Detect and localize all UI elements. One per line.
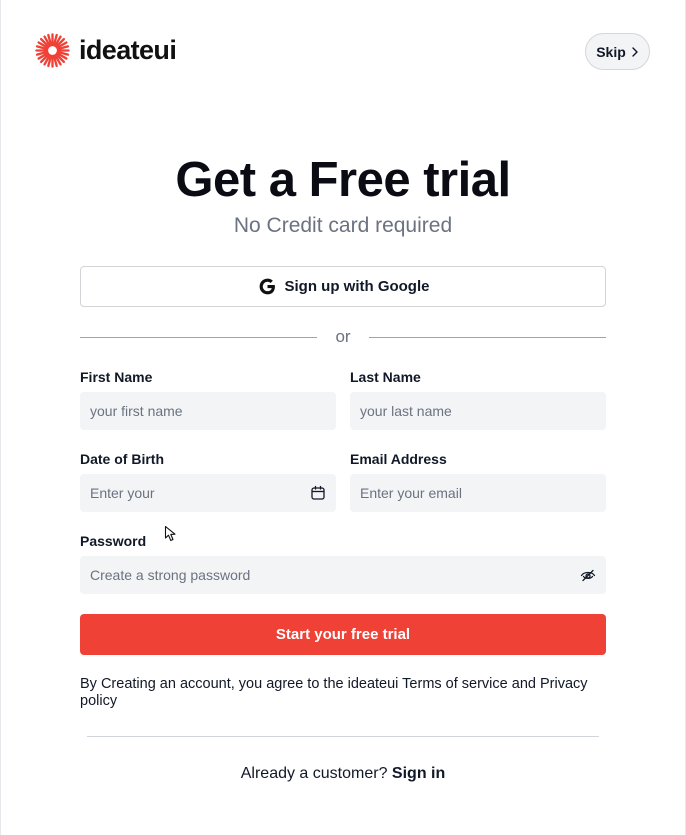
eye-off-icon[interactable] bbox=[580, 567, 596, 583]
dob-input[interactable] bbox=[90, 485, 310, 501]
signin-prompt: Already a customer? bbox=[240, 765, 388, 782]
signin-row: Already a customer? Sign in bbox=[0, 765, 686, 783]
signin-link[interactable]: Sign in bbox=[392, 765, 445, 782]
last-name-label: Last Name bbox=[350, 369, 421, 385]
skip-label: Skip bbox=[596, 43, 626, 60]
last-name-input[interactable] bbox=[360, 403, 596, 419]
first-name-input[interactable] bbox=[90, 403, 326, 419]
page-title: Get a Free trial bbox=[175, 153, 511, 207]
sunburst-logo-icon bbox=[35, 33, 70, 68]
brand-logo[interactable]: ideateui bbox=[35, 33, 177, 68]
google-signup-label: Sign up with Google bbox=[284, 278, 430, 295]
divider-line-right bbox=[369, 337, 606, 338]
google-signup-button[interactable]: Sign up with Google bbox=[80, 266, 606, 307]
footer-divider bbox=[87, 736, 599, 737]
skip-button[interactable]: Skip bbox=[585, 33, 650, 70]
last-name-field[interactable] bbox=[350, 392, 606, 430]
divider-or: or bbox=[335, 327, 351, 346]
mouse-cursor-icon bbox=[164, 525, 176, 542]
email-field[interactable] bbox=[350, 474, 606, 512]
password-input[interactable] bbox=[90, 567, 580, 583]
first-name-field[interactable] bbox=[80, 392, 336, 430]
divider-line-left bbox=[80, 337, 317, 338]
dob-label: Date of Birth bbox=[80, 451, 164, 467]
password-field[interactable] bbox=[80, 556, 606, 594]
dob-field[interactable] bbox=[80, 474, 336, 512]
chevron-right-icon bbox=[632, 46, 638, 57]
password-label: Password bbox=[80, 533, 147, 549]
start-free-trial-button[interactable]: Start your free trial bbox=[80, 614, 606, 655]
brand-name: ideateui bbox=[79, 35, 177, 65]
terms-text: By Creating an account, you agree to the… bbox=[80, 676, 588, 709]
email-input[interactable] bbox=[360, 485, 596, 501]
calendar-icon[interactable] bbox=[310, 485, 326, 501]
page-subtitle: No Credit card required bbox=[233, 214, 453, 237]
email-label: Email Address bbox=[350, 451, 447, 467]
google-icon bbox=[259, 278, 275, 295]
first-name-label: First Name bbox=[80, 369, 153, 385]
